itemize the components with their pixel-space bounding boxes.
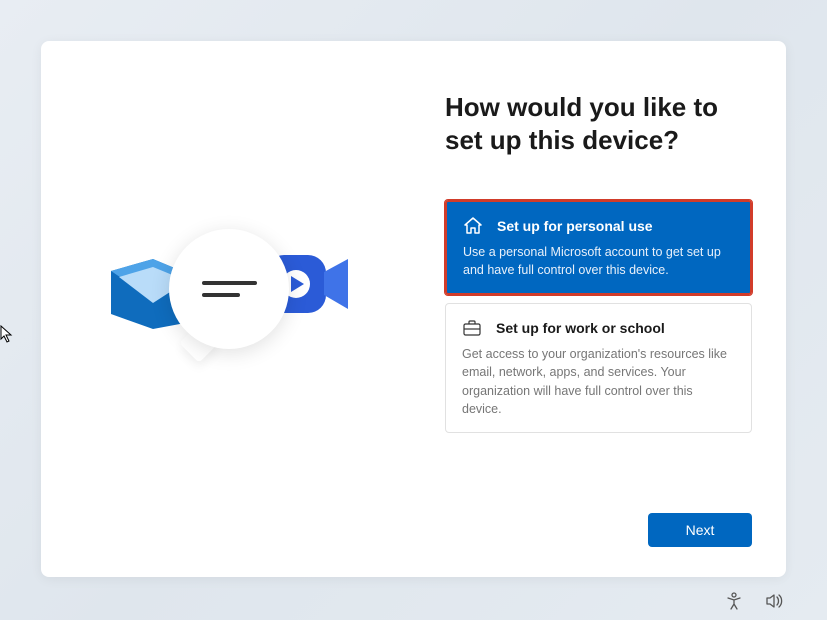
home-icon — [463, 216, 483, 236]
option-description: Get access to your organization's resour… — [462, 345, 735, 418]
volume-icon[interactable] — [765, 592, 783, 610]
chat-bubble-icon — [169, 229, 289, 349]
mouse-cursor — [0, 325, 14, 343]
option-title: Set up for personal use — [497, 218, 653, 234]
briefcase-icon — [462, 318, 482, 338]
option-title: Set up for work or school — [496, 320, 665, 336]
next-button[interactable]: Next — [648, 513, 752, 547]
option-description: Use a personal Microsoft account to get … — [463, 243, 734, 279]
illustration-graphic — [111, 229, 371, 389]
chat-line — [202, 293, 240, 297]
accessibility-icon[interactable] — [725, 592, 743, 610]
taskbar-icons — [725, 592, 783, 610]
option-personal-use[interactable]: Set up for personal use Use a personal M… — [445, 200, 752, 295]
option-header: Set up for work or school — [462, 318, 735, 338]
page-title: How would you like to set up this device… — [445, 91, 752, 156]
content-pane: How would you like to set up this device… — [441, 41, 786, 577]
setup-card: How would you like to set up this device… — [41, 41, 786, 577]
option-work-school[interactable]: Set up for work or school Get access to … — [445, 303, 752, 433]
option-header: Set up for personal use — [463, 216, 734, 236]
chat-line — [202, 281, 257, 285]
illustration-pane — [41, 41, 441, 577]
